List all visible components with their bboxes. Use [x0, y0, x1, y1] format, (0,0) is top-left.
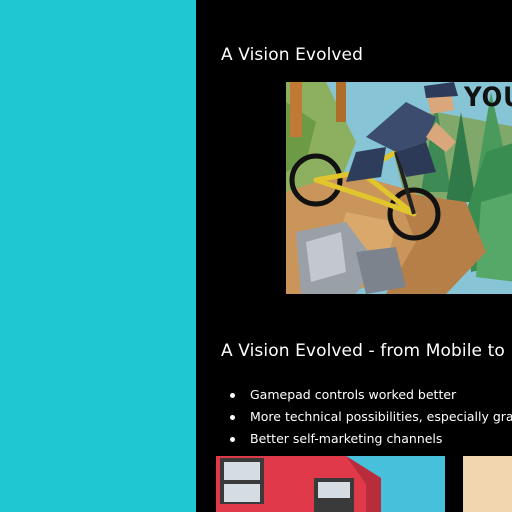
second-thumbnail-image [463, 456, 512, 512]
building-thumbnail-icon [216, 456, 445, 512]
bullet-list: Gamepad controls worked better More tech… [230, 384, 512, 450]
image-caption-text: YOU [464, 82, 512, 113]
left-panel [0, 0, 196, 512]
mountain-bike-scene-icon [286, 82, 512, 294]
slide-document[interactable]: A Vision Evolved YO A Vision Evolved - f… [196, 0, 512, 512]
bullet-item: More technical possibilities, especially… [230, 406, 512, 428]
slide-title-2: A Vision Evolved - from Mobile to [221, 341, 505, 361]
game-screenshot-image: YOU [286, 82, 512, 294]
building-thumbnail-image [216, 456, 445, 512]
slide-title-1: A Vision Evolved [221, 45, 364, 65]
bullet-item: Better self-marketing channels [230, 428, 512, 450]
bullet-item: Gamepad controls worked better [230, 384, 512, 406]
